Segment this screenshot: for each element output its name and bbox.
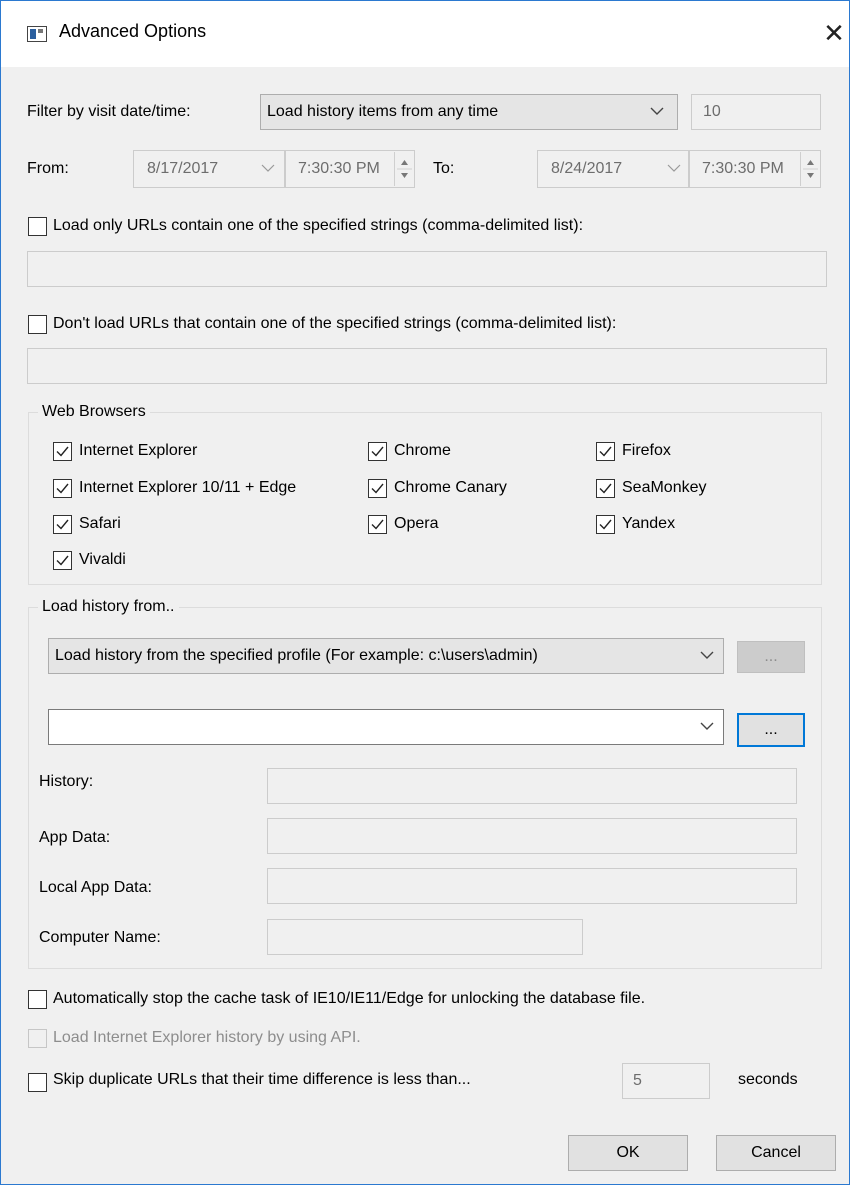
- chevron-down-icon: [697, 651, 717, 660]
- browser-checkbox-firefox[interactable]: [596, 442, 615, 461]
- browser-label-seamonkey: SeaMonkey: [622, 479, 707, 496]
- browser-label-chrome: Chrome: [394, 442, 451, 459]
- from-date-value: 8/17/2017: [147, 160, 219, 177]
- browser-checkbox-internet-explorer[interactable]: [53, 442, 72, 461]
- to-time-value: 7:30:30 PM: [702, 160, 784, 177]
- close-icon[interactable]: ✕: [819, 15, 849, 51]
- browser-label-firefox: Firefox: [622, 442, 671, 459]
- chevron-down-icon: [664, 164, 684, 173]
- seconds-label: seconds: [738, 1071, 798, 1088]
- load-history-group-title: Load history from..: [38, 598, 179, 616]
- advanced-options-dialog: Advanced Options ✕ Filter by visit date/…: [0, 0, 850, 1185]
- from-date-picker[interactable]: 8/17/2017: [133, 150, 285, 188]
- browser-checkbox-seamonkey[interactable]: [596, 479, 615, 498]
- stop-cache-checkbox[interactable]: [28, 990, 47, 1009]
- browser-label-vivaldi: Vivaldi: [79, 551, 126, 568]
- history-label: History:: [39, 773, 94, 790]
- stop-cache-label: Automatically stop the cache task of IE1…: [53, 990, 646, 1007]
- filter-dropdown[interactable]: Load history items from any time: [260, 94, 678, 130]
- app-data-field: [267, 818, 797, 854]
- history-source-dropdown[interactable]: Load history from the specified profile …: [48, 638, 724, 674]
- include-urls-label: Load only URLs contain one of the specif…: [53, 217, 584, 234]
- browser-label-yandex: Yandex: [622, 515, 676, 532]
- chevron-down-icon: [258, 164, 278, 173]
- computer-name-field: [267, 919, 583, 955]
- browser-checkbox-opera[interactable]: [368, 515, 387, 534]
- skip-duplicates-checkbox[interactable]: [28, 1073, 47, 1092]
- history-path-field: [267, 768, 797, 804]
- app-data-label: App Data:: [39, 829, 111, 846]
- filter-dropdown-value: Load history items from any time: [267, 103, 499, 120]
- browser-checkbox-safari[interactable]: [53, 515, 72, 534]
- seconds-value: 5: [633, 1072, 642, 1089]
- from-time-field[interactable]: 7:30:30 PM: [285, 150, 415, 188]
- title-bar: Advanced Options ✕: [1, 1, 849, 67]
- seconds-field: 5: [622, 1063, 710, 1099]
- browser-checkbox-chrome-canary[interactable]: [368, 479, 387, 498]
- browser-label-opera: Opera: [394, 515, 439, 532]
- dialog-title: Advanced Options: [59, 21, 207, 41]
- skip-duplicates-label: Skip duplicate URLs that their time diff…: [53, 1071, 471, 1088]
- exclude-urls-checkbox[interactable]: [28, 315, 47, 334]
- chevron-down-icon: [647, 107, 667, 116]
- browser-label-safari: Safari: [79, 515, 121, 532]
- to-date-picker[interactable]: 8/24/2017: [537, 150, 689, 188]
- web-browsers-group: [28, 412, 822, 585]
- include-urls-input: [27, 251, 827, 287]
- browser-checkbox-ie-edge[interactable]: [53, 479, 72, 498]
- to-label: To:: [433, 160, 455, 177]
- browser-label-internet-explorer: Internet Explorer: [79, 442, 198, 459]
- filter-label: Filter by visit date/time:: [27, 103, 191, 120]
- include-urls-checkbox[interactable]: [28, 217, 47, 236]
- from-time-value: 7:30:30 PM: [298, 160, 380, 177]
- app-icon: [27, 26, 47, 42]
- browser-checkbox-yandex[interactable]: [596, 515, 615, 534]
- browser-label-ie-edge: Internet Explorer 10/11 + Edge: [79, 479, 297, 496]
- exclude-urls-label: Don't load URLs that contain one of the …: [53, 315, 617, 332]
- filter-number-value: 10: [703, 103, 721, 120]
- ie-api-label: Load Internet Explorer history by using …: [53, 1029, 361, 1046]
- profile-path-combo[interactable]: [48, 709, 724, 745]
- browse-button[interactable]: ...: [737, 713, 805, 747]
- local-app-data-field: [267, 868, 797, 904]
- cancel-button[interactable]: Cancel: [716, 1135, 836, 1171]
- ok-button[interactable]: OK: [568, 1135, 688, 1171]
- filter-number-field: 10: [691, 94, 821, 130]
- history-source-value: Load history from the specified profile …: [55, 647, 538, 664]
- browser-label-chrome-canary: Chrome Canary: [394, 479, 507, 496]
- to-time-field[interactable]: 7:30:30 PM: [689, 150, 821, 188]
- web-browsers-group-title: Web Browsers: [38, 403, 150, 421]
- exclude-urls-input: [27, 348, 827, 384]
- browser-checkbox-chrome[interactable]: [368, 442, 387, 461]
- to-time-spinner[interactable]: [800, 152, 820, 186]
- from-label: From:: [27, 160, 69, 177]
- local-app-data-label: Local App Data:: [39, 879, 152, 896]
- browse-button-disabled: ...: [737, 641, 805, 673]
- ie-api-checkbox: [28, 1029, 47, 1048]
- computer-name-label: Computer Name:: [39, 929, 161, 946]
- browser-checkbox-vivaldi[interactable]: [53, 551, 72, 570]
- chevron-down-icon: [697, 722, 717, 731]
- to-date-value: 8/24/2017: [551, 160, 623, 177]
- from-time-spinner[interactable]: [394, 152, 414, 186]
